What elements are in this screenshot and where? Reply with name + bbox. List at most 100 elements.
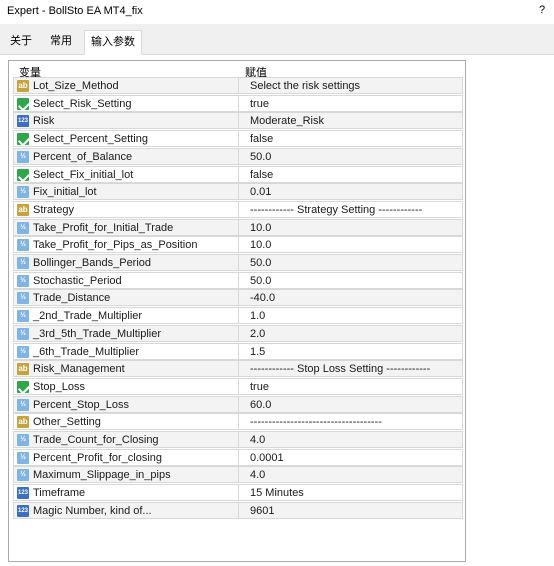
table-row[interactable]: ab Other_Setting -------------------------…	[9, 413, 465, 431]
variable-value[interactable]: 10.0	[250, 222, 271, 234]
string-icon: ab	[17, 416, 29, 429]
value-cell[interactable]: 2.0	[239, 324, 463, 342]
table-row[interactable]: ½ Trade_Distance -40.0	[9, 289, 465, 307]
variable-value[interactable]: 9601	[250, 505, 274, 517]
value-cell[interactable]: Select the risk settings	[239, 77, 463, 94]
table-row[interactable]: ½ _3rd_5th_Trade_Multiplier 2.0	[9, 324, 465, 343]
table-row[interactable]: Select_Percent_Setting false	[9, 130, 465, 148]
variable-name: Other_Setting	[33, 416, 101, 429]
tab-common[interactable]: 常用	[44, 32, 78, 54]
value-cell[interactable]: false	[239, 165, 463, 183]
variable-value[interactable]: 10.0	[250, 239, 271, 251]
variable-value[interactable]: 2.0	[250, 328, 265, 340]
variable-name: Risk	[33, 115, 55, 128]
value-cell[interactable]: ------------ Strategy Setting ----------…	[239, 200, 463, 218]
table-row[interactable]: ½ Take_Profit_for_Pips_as_Position 10.0	[9, 236, 465, 254]
variable-value[interactable]: 4.0	[250, 434, 265, 446]
variable-name: Fix_initial_lot	[33, 186, 97, 199]
table-row[interactable]: ½ Bollinger_Bands_Period 50.0	[9, 254, 465, 272]
table-row[interactable]: ½ Fix_initial_lot 0.01	[9, 183, 465, 201]
value-cell[interactable]: ------------------------------------	[239, 413, 463, 431]
table-row[interactable]: ab Lot_Size_Method Select the risk setting…	[9, 77, 465, 95]
variable-value[interactable]: 60.0	[250, 399, 271, 411]
value-cell[interactable]: 15 Minutes	[239, 484, 463, 502]
table-row[interactable]: ½ Take_Profit_for_Initial_Trade 10.0	[9, 218, 465, 237]
table-row[interactable]: ½ Percent_of_Balance 50.0	[9, 147, 465, 166]
enum-icon: 123	[17, 115, 29, 128]
double-icon: ½	[17, 451, 29, 464]
variable-value[interactable]: 0.0001	[250, 452, 284, 464]
variable-name: Percent_of_Balance	[33, 150, 133, 163]
value-cell[interactable]: 0.01	[239, 183, 463, 201]
variable-value[interactable]: false	[250, 169, 273, 181]
table-row[interactable]: Select_Risk_Setting true	[9, 94, 465, 113]
variable-name: Magic Number, kind of...	[33, 504, 152, 517]
variable-cell: 123 Risk	[13, 112, 239, 130]
table-row[interactable]: ½ Trade_Count_for_Closing 4.0	[9, 431, 465, 449]
value-cell[interactable]: 60.0	[239, 395, 463, 413]
table-row[interactable]: ab Risk_Management ------------ Stop Loss …	[9, 360, 465, 378]
variable-value[interactable]: -40.0	[250, 292, 275, 304]
variable-cell: ½ Percent_Stop_Loss	[13, 395, 239, 413]
table-row[interactable]: 123 Risk Moderate_Risk	[9, 112, 465, 130]
table-row[interactable]: ab Strategy ------------ Strategy Setting …	[9, 200, 465, 219]
table-row[interactable]: ½ Percent_Stop_Loss 60.0	[9, 395, 465, 414]
tab-bar: 关于 常用 输入参数	[0, 24, 554, 55]
value-cell[interactable]: 50.0	[239, 254, 463, 271]
value-cell[interactable]: Moderate_Risk	[239, 112, 463, 130]
help-button[interactable]: ?	[535, 4, 549, 20]
variable-value[interactable]: 50.0	[250, 257, 271, 269]
variable-value[interactable]: 50.0	[250, 275, 271, 287]
table-row[interactable]: ½ Stochastic_Period 50.0	[9, 271, 465, 290]
table-row[interactable]: 123 Timeframe 15 Minutes	[9, 484, 465, 502]
variable-value[interactable]: true	[250, 98, 269, 110]
variable-value[interactable]: 50.0	[250, 151, 271, 163]
variable-value[interactable]: ------------ Stop Loss Setting ---------…	[250, 363, 430, 375]
value-cell[interactable]: 4.0	[239, 466, 463, 484]
table-row[interactable]: ½ _6th_Trade_Multiplier 1.5	[9, 342, 465, 361]
double-icon: ½	[17, 345, 29, 358]
variable-value[interactable]: 15 Minutes	[250, 487, 304, 499]
value-cell[interactable]: 1.5	[239, 342, 463, 360]
table-row[interactable]: ½ Percent_Profit_for_closing 0.0001	[9, 448, 465, 467]
tab-about[interactable]: 关于	[4, 32, 38, 54]
window-title: Expert - BollSto EA MT4_fix	[7, 5, 143, 17]
value-cell[interactable]: 9601	[239, 501, 463, 519]
tab-inputs[interactable]: 输入参数	[84, 30, 142, 55]
variable-value[interactable]: 0.01	[250, 186, 271, 198]
value-cell[interactable]: ------------ Stop Loss Setting ---------…	[239, 360, 463, 378]
variable-cell: ½ Trade_Count_for_Closing	[13, 431, 239, 448]
value-cell[interactable]: true	[239, 377, 463, 395]
variable-cell: ½ _3rd_5th_Trade_Multiplier	[13, 324, 239, 342]
value-cell[interactable]: 50.0	[239, 271, 463, 289]
table-row[interactable]: Select_Fix_initial_lot false	[9, 165, 465, 184]
variable-value[interactable]: false	[250, 133, 273, 145]
table-row[interactable]: ½ Maximum_Slippage_in_pips 4.0	[9, 466, 465, 484]
value-cell[interactable]: 4.0	[239, 431, 463, 448]
table-row[interactable]: ½ _2nd_Trade_Multiplier 1.0	[9, 307, 465, 325]
variable-value[interactable]: 4.0	[250, 469, 265, 481]
value-cell[interactable]: -40.0	[239, 289, 463, 307]
value-cell[interactable]: 1.0	[239, 307, 463, 325]
string-icon: ab	[17, 80, 29, 92]
variable-cell: Select_Fix_initial_lot	[13, 165, 239, 183]
table-row[interactable]: 123 Magic Number, kind of... 9601	[9, 501, 465, 520]
variable-value[interactable]: ------------ Strategy Setting ----------…	[250, 204, 422, 216]
variable-value[interactable]: 1.5	[250, 346, 265, 358]
variable-name: Select_Risk_Setting	[33, 97, 132, 110]
variable-cell: ½ Maximum_Slippage_in_pips	[13, 466, 239, 484]
variable-value[interactable]: true	[250, 381, 269, 393]
variable-value[interactable]: Select the risk settings	[250, 80, 360, 92]
variable-value[interactable]: 1.0	[250, 310, 265, 322]
value-cell[interactable]: false	[239, 130, 463, 148]
value-cell[interactable]: 50.0	[239, 147, 463, 165]
variable-value[interactable]: ------------------------------------	[250, 416, 382, 428]
table-row[interactable]: Stop_Loss true	[9, 377, 465, 396]
value-cell[interactable]: 0.0001	[239, 448, 463, 466]
value-cell[interactable]: 10.0	[239, 236, 463, 254]
value-cell[interactable]: true	[239, 94, 463, 112]
value-cell[interactable]: 10.0	[239, 218, 463, 236]
variable-value[interactable]: Moderate_Risk	[250, 115, 324, 127]
double-icon: ½	[17, 221, 29, 234]
bool-icon	[17, 97, 31, 112]
